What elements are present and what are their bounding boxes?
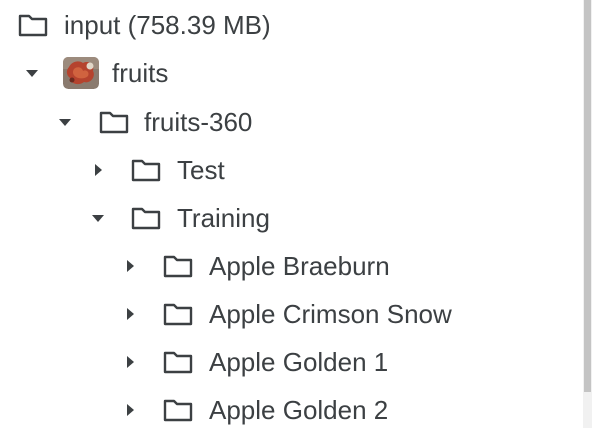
- tree-item-label: Apple Golden 2: [209, 395, 389, 425]
- caret-down-icon[interactable]: [25, 66, 39, 80]
- tree-item-label: input (758.39 MB): [64, 10, 271, 40]
- tree-item-apple-braeburn[interactable]: Apple Braeburn: [0, 246, 583, 286]
- tree-item-label: Apple Crimson Snow: [209, 299, 452, 329]
- tree-item-fruits-360[interactable]: fruits-360: [0, 102, 583, 142]
- folder-icon: [131, 207, 161, 230]
- folder-icon: [163, 399, 193, 422]
- caret-right-icon[interactable]: [123, 403, 137, 417]
- tree-item-label: Test: [177, 155, 225, 185]
- dataset-thumbnail: [63, 57, 99, 89]
- tree-item-label: Training: [177, 203, 270, 233]
- folder-icon: [163, 351, 193, 374]
- folder-icon: [131, 159, 161, 182]
- file-tree: input (758.39 MB) fruits fruits-360 Test…: [0, 0, 583, 428]
- folder-icon: [18, 14, 48, 37]
- tree-item-label: Apple Braeburn: [209, 251, 390, 281]
- caret-down-icon[interactable]: [91, 211, 105, 225]
- folder-icon: [99, 111, 129, 134]
- tree-item-label: fruits: [112, 58, 169, 88]
- tree-item-label: Apple Golden 1: [209, 347, 389, 377]
- scrollbar-thumb[interactable]: [584, 0, 591, 392]
- caret-right-icon[interactable]: [123, 355, 137, 369]
- tree-item-input[interactable]: input (758.39 MB): [0, 5, 583, 45]
- folder-icon: [163, 255, 193, 278]
- tree-item-apple-golden-1[interactable]: Apple Golden 1: [0, 342, 583, 382]
- vertical-scrollbar[interactable]: [583, 0, 592, 428]
- tree-item-fruits[interactable]: fruits: [0, 53, 583, 93]
- tree-item-training[interactable]: Training: [0, 198, 583, 238]
- caret-right-icon[interactable]: [123, 307, 137, 321]
- tree-item-test[interactable]: Test: [0, 150, 583, 190]
- caret-right-icon[interactable]: [91, 163, 105, 177]
- folder-icon: [163, 303, 193, 326]
- tree-item-label: fruits-360: [144, 107, 253, 137]
- caret-right-icon[interactable]: [123, 259, 137, 273]
- tree-item-apple-crimson-snow[interactable]: Apple Crimson Snow: [0, 294, 583, 334]
- caret-down-icon[interactable]: [58, 115, 72, 129]
- tree-item-apple-golden-2[interactable]: Apple Golden 2: [0, 390, 583, 428]
